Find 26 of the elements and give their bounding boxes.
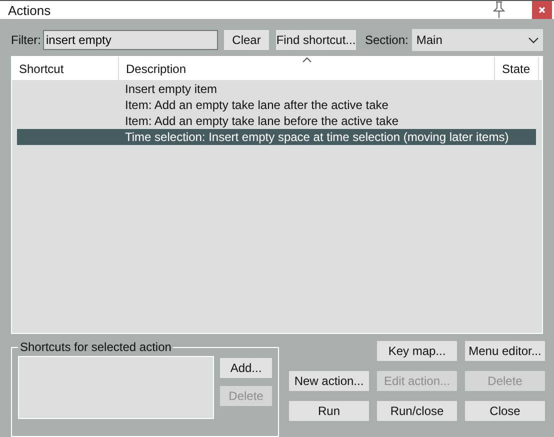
sort-icon xyxy=(302,57,312,63)
action-button[interactable]: Close xyxy=(465,401,545,421)
column-header[interactable]: Shortcut xyxy=(12,57,119,80)
chevron-icon xyxy=(528,36,539,44)
action-button[interactable]: Key map... xyxy=(377,341,457,361)
filter-button[interactable]: Find shortcut... xyxy=(276,30,356,50)
filter-button[interactable]: Clear xyxy=(224,30,269,50)
action-button[interactable]: Run xyxy=(289,401,369,421)
section-dropdown[interactable]: Main xyxy=(412,29,543,51)
shortcut-button[interactable]: Add... xyxy=(220,358,272,378)
action-row[interactable]: Insert empty item xyxy=(17,81,536,97)
section-label: Section: xyxy=(365,33,408,47)
filter-field[interactable]: insert empty xyxy=(43,30,218,50)
window-title: Actions xyxy=(8,2,52,18)
column-header[interactable]: State xyxy=(495,57,539,80)
group-title: Shortcuts for selected action xyxy=(18,340,174,354)
action-button[interactable]: Run/close xyxy=(377,401,457,421)
close-button[interactable] xyxy=(532,1,552,19)
column-header[interactable]: Description xyxy=(119,57,495,80)
pin-icon[interactable] xyxy=(492,1,506,19)
action-button[interactable]: Menu editor... xyxy=(465,341,545,361)
action-button[interactable]: New action... xyxy=(289,371,369,391)
action-row[interactable]: Item: Add an empty take lane after the active take xyxy=(17,97,536,113)
action-row[interactable]: Item: Add an empty take lane before the active take xyxy=(17,113,536,129)
action-row[interactable]: Time selection: Insert empty space at time selection (moving later items) xyxy=(17,129,536,145)
filter-label: Filter: xyxy=(11,33,41,47)
